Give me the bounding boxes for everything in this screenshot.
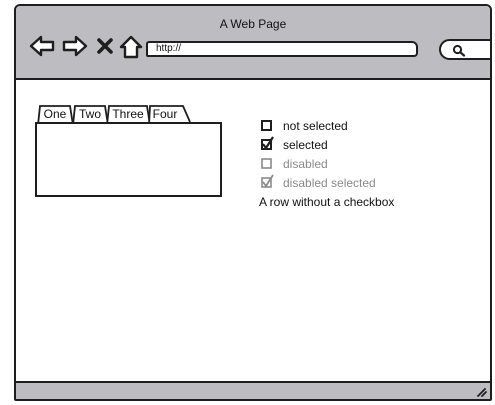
tab-label: Four — [152, 107, 178, 121]
tab-label: One — [43, 107, 67, 121]
tab-label: Three — [112, 107, 144, 121]
checkbox-label: disabled selected — [283, 176, 376, 190]
forward-button[interactable] — [62, 35, 88, 62]
checkbox-disabled-icon — [261, 158, 272, 169]
search-input[interactable] — [439, 39, 490, 60]
stop-button[interactable] — [97, 38, 113, 59]
url-input[interactable]: http:// — [146, 41, 418, 57]
x-icon — [97, 38, 113, 54]
home-icon — [119, 35, 143, 59]
checkbox-label: selected — [283, 138, 328, 152]
magnifier-icon — [452, 44, 466, 57]
window-title: A Web Page — [219, 17, 287, 31]
resize-grip-icon[interactable] — [475, 387, 487, 397]
left-arrow-icon — [29, 35, 55, 57]
checkbox-unchecked-icon[interactable] — [261, 120, 272, 131]
status-bar — [16, 381, 490, 399]
tab-panel — [35, 122, 222, 197]
tab-label: Two — [78, 107, 101, 121]
checkbox-label: not selected — [283, 119, 348, 133]
browser-window: A Web Page http:// One Two Three Four no… — [14, 4, 492, 401]
checkbox-checked-icon[interactable] — [261, 136, 274, 150]
back-button[interactable] — [29, 35, 55, 62]
home-button[interactable] — [119, 35, 143, 64]
row-label: A row without a checkbox — [259, 195, 395, 209]
browser-toolbar: A Web Page http:// — [16, 6, 490, 80]
checkbox-label: disabled — [283, 157, 328, 171]
right-arrow-icon — [62, 35, 88, 57]
checkbox-disabled-checked-icon — [261, 174, 274, 188]
